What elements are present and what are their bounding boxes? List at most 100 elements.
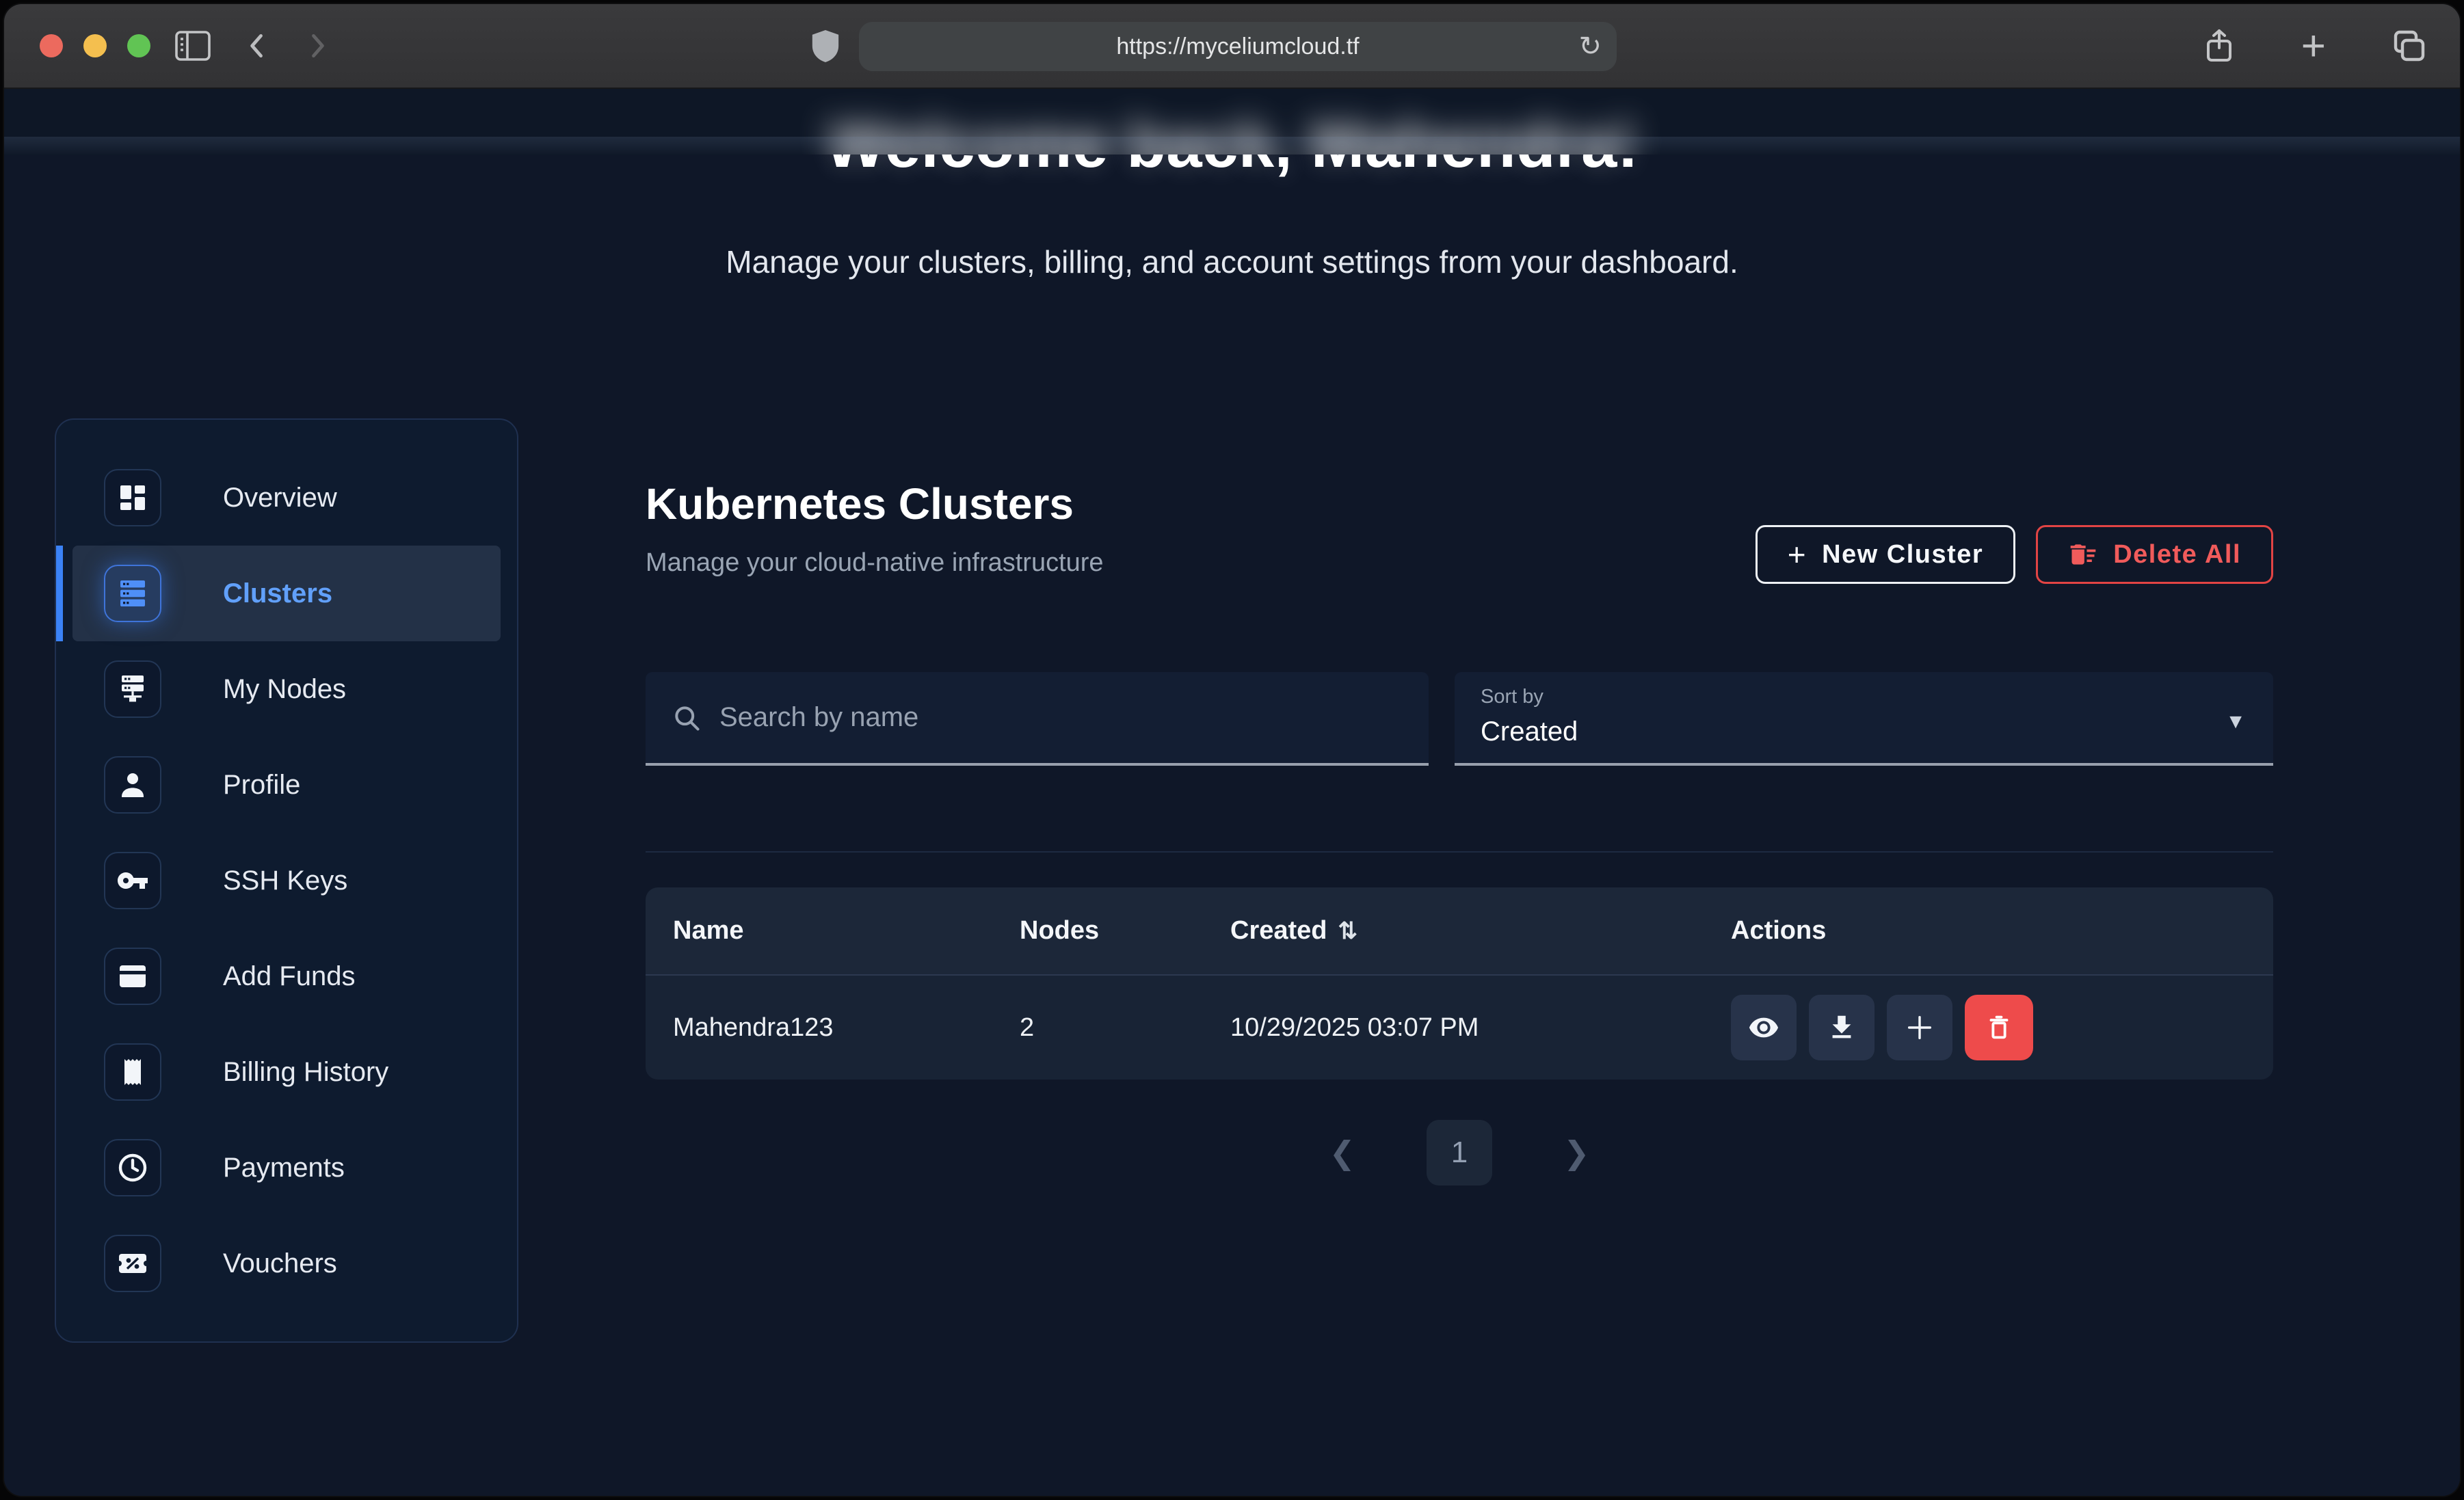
share-button[interactable] — [2203, 25, 2236, 68]
nodes-network-icon — [104, 660, 161, 718]
cell-name: Mahendra123 — [646, 1013, 992, 1043]
sidebar-toggle-button[interactable] — [175, 25, 211, 68]
address-bar[interactable]: https://myceliumcloud.tf ↻ — [859, 22, 1617, 71]
new-cluster-label: New Cluster — [1822, 540, 1983, 570]
trash-icon — [1983, 1012, 2015, 1043]
sidebar-item-label: Clusters — [223, 578, 332, 609]
sidebar-item-label: Billing History — [223, 1057, 388, 1088]
search-icon — [672, 703, 702, 733]
traffic-lights — [40, 34, 150, 57]
delete-all-button[interactable]: Delete All — [2036, 525, 2273, 584]
refresh-icon[interactable]: ↻ — [1578, 31, 1602, 62]
dashboard-page: Welcome back, Mahendra! Welcome back, Ma… — [4, 89, 2460, 1496]
eye-icon — [1748, 1012, 1779, 1043]
screen: https://myceliumcloud.tf ↻ + — [0, 0, 2464, 1500]
sort-select[interactable]: Sort by Created ▼ — [1455, 672, 2273, 766]
clusters-table: Name Nodes Created ⇅ Actions Mahendra123… — [646, 887, 2273, 1080]
cell-nodes: 2 — [992, 1013, 1203, 1043]
add-node-button[interactable] — [1887, 995, 1952, 1060]
sidebar-item-label: Overview — [223, 483, 337, 513]
sidebar-item-label: Profile — [223, 770, 300, 801]
sidebar-toggle-icon — [175, 31, 211, 63]
search-box — [646, 672, 1429, 766]
download-kubeconfig-button[interactable] — [1809, 995, 1875, 1060]
cell-actions — [1704, 995, 2273, 1060]
fullscreen-button[interactable] — [127, 34, 150, 57]
browser-chrome: https://myceliumcloud.tf ↻ + — [4, 4, 2460, 89]
welcome-heading-glow: Welcome back, Mahendra! — [4, 108, 2460, 155]
browser-window: https://myceliumcloud.tf ↻ + — [4, 4, 2460, 1496]
view-cluster-button[interactable] — [1731, 995, 1797, 1060]
column-header-created[interactable]: Created ⇅ — [1203, 916, 1704, 946]
sidebar-nav: Overview — [55, 418, 518, 1343]
forward-icon — [302, 31, 332, 63]
privacy-shield-icon[interactable] — [810, 29, 841, 64]
sidebar-item-label: Add Funds — [223, 961, 355, 992]
sidebar-item-profile[interactable]: Profile — [72, 737, 501, 833]
sidebar-item-label: Vouchers — [223, 1248, 337, 1279]
url-text: https://myceliumcloud.tf — [1116, 34, 1359, 60]
sort-label: Sort by — [1481, 686, 2247, 708]
ticket-percent-icon — [104, 1235, 161, 1292]
dropdown-arrow-icon: ▼ — [2225, 710, 2246, 734]
next-page-button[interactable]: ❯ — [1563, 1134, 1590, 1171]
plus-icon: + — [1788, 536, 1807, 573]
column-header-actions: Actions — [1704, 916, 2273, 946]
sidebar-item-billing-history[interactable]: Billing History — [72, 1024, 501, 1120]
sidebar-item-vouchers[interactable]: Vouchers — [72, 1216, 501, 1311]
sidebar-item-payments[interactable]: Payments — [72, 1120, 501, 1216]
sidebar-item-overview[interactable]: Overview — [72, 450, 501, 546]
credit-card-icon — [104, 948, 161, 1005]
panel-title: Kubernetes Clusters — [646, 479, 1104, 529]
table-header: Name Nodes Created ⇅ Actions — [646, 887, 2273, 974]
sidebar-item-clusters[interactable]: Clusters — [72, 546, 501, 641]
forward-button[interactable] — [302, 25, 332, 68]
created-label: Created — [1230, 916, 1327, 946]
sort-value: Created — [1481, 716, 2247, 747]
sort-updown-icon: ⇅ — [1338, 918, 1358, 945]
person-icon — [104, 756, 161, 814]
pagination: ❮ 1 ❯ — [646, 1120, 2273, 1186]
back-button[interactable] — [242, 25, 272, 68]
tabs-icon — [2392, 29, 2427, 64]
cell-created: 10/29/2025 03:07 PM — [1203, 1013, 1704, 1043]
column-header-name: Name — [646, 916, 992, 946]
new-tab-button[interactable]: + — [2301, 25, 2326, 68]
sidebar-item-add-funds[interactable]: Add Funds — [72, 928, 501, 1024]
panel-actions: + New Cluster Delete All — [1756, 525, 2273, 584]
delete-sweep-icon — [2068, 539, 2098, 570]
tab-overview-button[interactable] — [2392, 25, 2427, 68]
list-controls: Sort by Created ▼ — [646, 672, 2273, 766]
sidebar-item-my-nodes[interactable]: My Nodes — [72, 641, 501, 737]
plus-icon — [1904, 1012, 1935, 1043]
sidebar-item-label: My Nodes — [223, 674, 346, 705]
sidebar-item-label: SSH Keys — [223, 866, 347, 896]
plus-icon: + — [2301, 25, 2326, 68]
delete-all-label: Delete All — [2113, 540, 2241, 570]
delete-cluster-button[interactable] — [1965, 995, 2033, 1060]
divider — [646, 851, 2273, 853]
new-cluster-button[interactable]: + New Cluster — [1756, 525, 2016, 584]
clusters-panel: Kubernetes Clusters Manage your cloud-na… — [646, 472, 2273, 1292]
key-icon — [104, 852, 161, 909]
panel-subtitle: Manage your cloud-native infrastructure — [646, 548, 1104, 578]
clock-icon — [104, 1139, 161, 1196]
column-header-nodes: Nodes — [992, 916, 1203, 946]
sticky-header: Welcome back, Mahendra! — [4, 89, 2460, 155]
sidebar-item-ssh-keys[interactable]: SSH Keys — [72, 833, 501, 928]
minimize-button[interactable] — [83, 34, 107, 57]
table-row: Mahendra123 2 10/29/2025 03:07 PM — [646, 974, 2273, 1080]
sidebar-item-label: Payments — [223, 1153, 345, 1183]
panel-titles: Kubernetes Clusters Manage your cloud-na… — [646, 479, 1104, 578]
previous-page-button[interactable]: ❮ — [1329, 1134, 1355, 1171]
search-input[interactable] — [719, 702, 1403, 733]
close-button[interactable] — [40, 34, 63, 57]
back-icon — [242, 31, 272, 63]
receipt-icon — [104, 1043, 161, 1101]
server-stack-icon — [104, 565, 161, 622]
share-icon — [2203, 27, 2236, 66]
dashboard-grid-icon — [104, 469, 161, 526]
chrome-actions: + — [2203, 25, 2427, 68]
welcome-subtitle: Manage your clusters, billing, and accou… — [4, 243, 2460, 280]
page-number[interactable]: 1 — [1427, 1120, 1492, 1186]
